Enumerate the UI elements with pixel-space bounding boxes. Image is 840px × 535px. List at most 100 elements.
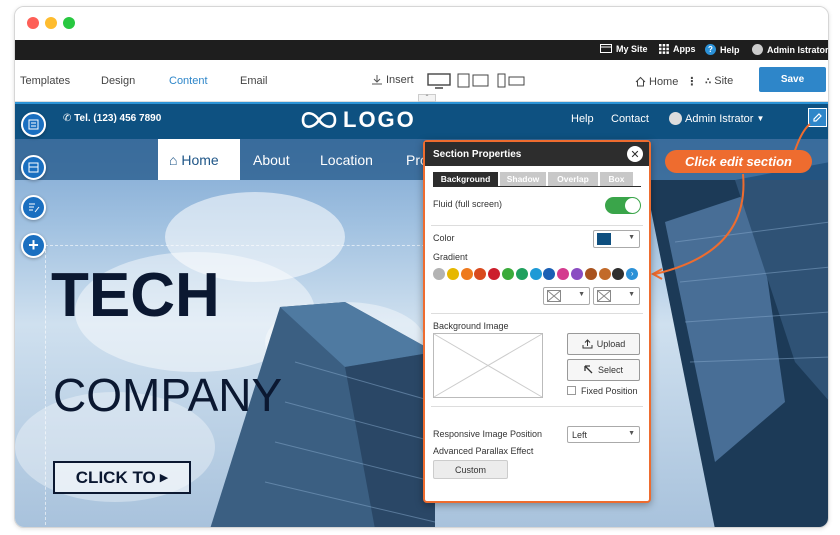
select-label: Select bbox=[597, 365, 623, 375]
tab-content[interactable]: Content bbox=[169, 75, 208, 87]
fluid-label: Fluid (full screen) bbox=[433, 199, 503, 209]
responsive-position-select[interactable]: Left ▼ bbox=[567, 426, 640, 443]
phone-number: ✆ Tel. (123) 456 7890 bbox=[63, 113, 161, 124]
infinity-logo-icon bbox=[301, 111, 337, 129]
gradient-label: Gradient bbox=[433, 252, 468, 262]
tab-overlap[interactable]: Overlap bbox=[548, 172, 598, 186]
home-page-selector[interactable]: Home ⋮ bbox=[635, 75, 697, 88]
mobile-view-icon[interactable] bbox=[497, 73, 527, 89]
upload-button[interactable]: Upload bbox=[567, 333, 640, 355]
header-contact-link[interactable]: Contact bbox=[611, 113, 649, 125]
hero-subtitle[interactable]: COMPANY bbox=[53, 370, 282, 420]
house-icon: ⌂ bbox=[169, 152, 182, 168]
avatar-icon bbox=[669, 112, 682, 125]
apps-link[interactable]: Apps bbox=[659, 44, 696, 54]
tab-background[interactable]: Background bbox=[433, 172, 498, 186]
document-icon bbox=[28, 119, 39, 130]
browser-window: My Site Apps ? Help Admin Istrator Templ… bbox=[14, 6, 829, 528]
tab-box[interactable]: Box bbox=[600, 172, 633, 186]
apps-label: Apps bbox=[673, 44, 696, 54]
nav-location[interactable]: Location bbox=[320, 152, 373, 168]
caret-down-icon: ▼ bbox=[628, 430, 635, 437]
layout-button[interactable] bbox=[21, 155, 46, 180]
tab-design[interactable]: Design bbox=[101, 75, 135, 87]
upload-icon bbox=[582, 339, 593, 349]
gradient-swatch[interactable] bbox=[446, 268, 459, 280]
header-user-menu[interactable]: Admin Istrator ▼ bbox=[669, 112, 764, 125]
editor-toolbar: Templates Design Content Email Insert Ho… bbox=[15, 60, 828, 102]
header-help-link[interactable]: Help bbox=[571, 113, 594, 125]
nav-about[interactable]: About bbox=[253, 152, 290, 168]
close-dot[interactable] bbox=[27, 17, 39, 29]
add-section-button[interactable]: + bbox=[21, 233, 46, 258]
user-label: Admin Istrator bbox=[767, 44, 829, 55]
save-button[interactable]: Save bbox=[759, 67, 826, 92]
gradient-swatch[interactable] bbox=[571, 268, 583, 280]
gradient-swatch[interactable] bbox=[612, 268, 625, 280]
phone-text: Tel. (123) 456 7890 bbox=[74, 113, 162, 124]
gradient-swatch[interactable] bbox=[598, 268, 611, 280]
cta-button[interactable]: CLICK TO ▶ bbox=[53, 461, 191, 494]
caret-down-icon: ▼ bbox=[756, 114, 765, 123]
user-menu[interactable]: Admin Istrator bbox=[752, 44, 829, 55]
site-logo[interactable]: LOGO bbox=[301, 107, 416, 133]
gradient-swatch[interactable] bbox=[433, 268, 445, 280]
tab-shadow[interactable]: Shadow bbox=[500, 172, 546, 186]
desktop-view-icon[interactable] bbox=[427, 73, 451, 89]
divider bbox=[431, 406, 643, 407]
bg-image-label: Background Image bbox=[433, 321, 509, 331]
gradient-swatch[interactable] bbox=[557, 268, 570, 280]
custom-button[interactable]: Custom bbox=[433, 460, 508, 479]
gradient-swatch[interactable] bbox=[460, 268, 473, 280]
minimize-dot[interactable] bbox=[45, 17, 57, 29]
monitor-icon bbox=[600, 44, 612, 53]
tab-templates[interactable]: Templates bbox=[20, 75, 70, 87]
panel-title: Section Properties bbox=[433, 149, 522, 160]
guide-line bbox=[45, 245, 46, 525]
maximize-dot[interactable] bbox=[63, 17, 75, 29]
next-swatches-icon[interactable]: › bbox=[626, 268, 639, 280]
close-icon[interactable]: ✕ bbox=[627, 146, 643, 162]
fluid-toggle[interactable] bbox=[605, 197, 641, 214]
caret-down-icon: ▼ bbox=[628, 234, 635, 241]
tab-email[interactable]: Email bbox=[240, 75, 268, 87]
fixed-position-checkbox[interactable] bbox=[567, 386, 576, 395]
gradient-end-select[interactable]: ▼ bbox=[593, 287, 640, 305]
tablet-view-icon[interactable] bbox=[457, 73, 489, 89]
color-picker[interactable]: ▼ bbox=[593, 230, 640, 248]
callout-label: Click edit section bbox=[665, 150, 812, 173]
my-site-link[interactable]: My Site bbox=[600, 44, 648, 54]
insert-label: Insert bbox=[386, 74, 414, 86]
gradient-swatch[interactable] bbox=[584, 268, 597, 280]
upload-label: Upload bbox=[596, 339, 626, 349]
admin-topbar: My Site Apps ? Help Admin Istrator bbox=[15, 40, 828, 60]
insert-button[interactable]: Insert bbox=[371, 74, 414, 86]
plus-icon: + bbox=[28, 235, 39, 255]
gradient-swatch[interactable] bbox=[488, 268, 501, 280]
color-swatch bbox=[597, 233, 611, 245]
gradient-swatch[interactable] bbox=[502, 268, 514, 280]
responsive-label: Responsive Image Position bbox=[433, 429, 543, 439]
image-placeholder[interactable] bbox=[433, 333, 543, 398]
avatar-icon bbox=[752, 44, 763, 55]
select-image-button[interactable]: Select bbox=[567, 359, 640, 381]
home-icon bbox=[635, 76, 646, 87]
page-canvas: ✆ Tel. (123) 456 7890 LOGO Help Contact … bbox=[15, 102, 828, 527]
phone-icon: ✆ bbox=[63, 113, 75, 124]
hero-title[interactable]: TECH bbox=[51, 265, 220, 327]
gradient-swatch[interactable] bbox=[529, 268, 542, 280]
gradient-swatch[interactable] bbox=[474, 268, 487, 280]
page-settings-button[interactable] bbox=[21, 112, 46, 137]
help-link[interactable]: ? Help bbox=[705, 44, 740, 55]
nav-home[interactable]: ⌂ Home bbox=[169, 152, 219, 168]
more-vertical-icon[interactable]: ⋮ bbox=[686, 75, 697, 88]
gradient-swatch[interactable] bbox=[515, 268, 528, 280]
edit-list-icon bbox=[28, 203, 39, 213]
collapse-toolbar-icon[interactable]: ⌃ bbox=[418, 94, 436, 102]
gradient-swatch[interactable] bbox=[543, 268, 556, 280]
edit-section-button[interactable] bbox=[808, 108, 827, 127]
no-color-icon bbox=[547, 290, 561, 302]
edit-list-button[interactable] bbox=[21, 195, 46, 220]
gradient-start-select[interactable]: ▼ bbox=[543, 287, 590, 305]
site-menu[interactable]: ∴ Site bbox=[705, 75, 733, 87]
